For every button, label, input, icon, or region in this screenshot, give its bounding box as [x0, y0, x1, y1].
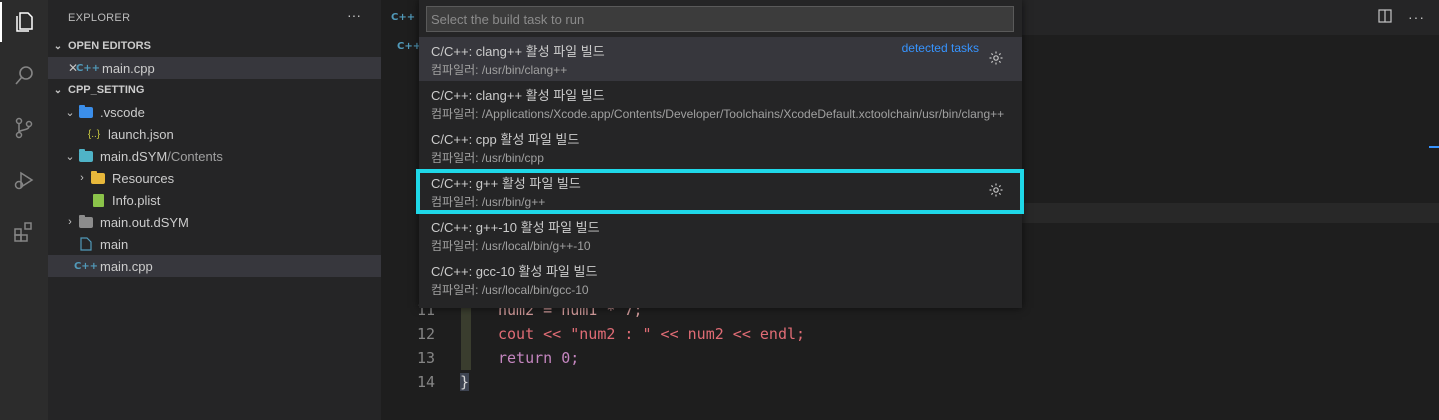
- code-line: 13 return 0;: [381, 346, 1439, 370]
- cpp-file-icon: C++: [391, 12, 416, 23]
- run-debug-icon[interactable]: [0, 160, 48, 200]
- chevron-down-icon: ⌄: [65, 106, 75, 119]
- split-editor-icon[interactable]: [1378, 9, 1392, 26]
- tree-item-label: Resources: [112, 170, 175, 186]
- tree-item-launch-json[interactable]: {..} launch.json: [48, 123, 381, 145]
- tree-item-label: launch.json: [108, 126, 174, 142]
- build-task-item[interactable]: C/C++: clang++ 활성 파일 빌드 컴파일러: /Applicati…: [419, 81, 1022, 125]
- json-file-icon: {..}: [87, 128, 101, 140]
- tree-item-main-out-dsym[interactable]: › main.out.dSYM: [48, 211, 381, 233]
- open-editors-header[interactable]: ⌄ OPEN EDITORS: [48, 35, 381, 57]
- tree-item-vscode[interactable]: ⌄ .vscode: [48, 101, 381, 123]
- task-label: C/C++: clang++ 활성 파일 빌드: [431, 88, 605, 103]
- task-detail: 컴파일러: /usr/local/bin/gcc-10: [431, 283, 589, 297]
- cpp-file-icon: C++: [397, 41, 422, 52]
- task-detail: 컴파일러: /usr/bin/clang++: [431, 63, 568, 77]
- tree-item-resources[interactable]: › Resources: [48, 167, 381, 189]
- chevron-right-icon: ›: [80, 172, 84, 184]
- detected-tasks-label: detected tasks: [901, 41, 979, 55]
- code-line: 12 cout << "num2 : " << num2 << endl;: [381, 322, 1439, 346]
- quick-pick-list: C/C++: clang++ 활성 파일 빌드 컴파일러: /usr/bin/c…: [419, 37, 1022, 301]
- tree-item-label: Info.plist: [112, 192, 161, 208]
- code-lines[interactable]: 11 num2 = num1 * 7; 12 cout << "num2 : "…: [381, 298, 1439, 394]
- build-task-search-input[interactable]: [431, 11, 1013, 27]
- folder-icon: [78, 214, 94, 230]
- open-editor-label: main.cpp: [102, 60, 155, 76]
- task-detail: 컴파일러: /usr/local/bin/g++-10: [431, 239, 591, 253]
- quick-pick-input-box[interactable]: [426, 6, 1014, 32]
- tree-item-main-dsym[interactable]: ⌄ main.dSYM /Contents: [48, 145, 381, 167]
- explorer-sidebar: EXPLORER ··· ⌄ OPEN EDITORS ✕ C++ main.c…: [48, 0, 381, 420]
- task-label: C/C++: cpp 활성 파일 빌드: [431, 132, 580, 147]
- scrollbar-marker: [1429, 146, 1439, 148]
- more-actions-icon[interactable]: ···: [347, 7, 361, 23]
- line-number: 14: [416, 373, 435, 391]
- folder-icon: [78, 148, 94, 164]
- gear-icon[interactable]: [988, 182, 1004, 198]
- chevron-down-icon: ⌄: [53, 40, 63, 52]
- code-line: 14 }: [381, 370, 1439, 394]
- build-task-item[interactable]: C/C++: cpp 활성 파일 빌드 컴파일러: /usr/bin/cpp: [419, 125, 1022, 169]
- tree-item-main-cpp[interactable]: C++ main.cpp: [48, 255, 381, 277]
- file-icon: [78, 236, 94, 252]
- project-header[interactable]: ⌄ CPP_SETTING: [48, 79, 381, 101]
- quick-pick: C/C++: clang++ 활성 파일 빌드 컴파일러: /usr/bin/c…: [419, 0, 1022, 308]
- line-number: 13: [416, 349, 435, 367]
- sidebar-title: EXPLORER: [68, 11, 131, 24]
- tree-item-label: .vscode: [100, 104, 145, 120]
- gear-icon[interactable]: [988, 50, 1004, 66]
- search-icon[interactable]: [0, 56, 48, 96]
- code-text: return 0;: [498, 349, 580, 367]
- folder-icon: [90, 170, 106, 186]
- cpp-file-icon: C++: [75, 62, 101, 74]
- build-task-item[interactable]: C/C++: clang++ 활성 파일 빌드 컴파일러: /usr/bin/c…: [419, 37, 1022, 81]
- task-label: C/C++: g++ 활성 파일 빌드: [431, 176, 581, 191]
- vscode-folder-icon: [78, 104, 94, 120]
- task-label: C/C++: g++-10 활성 파일 빌드: [431, 220, 600, 235]
- editor-actions: ···: [1378, 9, 1425, 26]
- cpp-file-icon: C++: [73, 260, 99, 272]
- line-number: 12: [416, 325, 435, 343]
- tree-item-suffix: /Contents: [167, 148, 223, 164]
- open-editors-label: OPEN EDITORS: [68, 40, 151, 52]
- tree-item-label: main: [100, 236, 129, 252]
- files-icon[interactable]: [0, 2, 48, 42]
- tab-main-cpp[interactable]: C++ m: [381, 0, 430, 35]
- chevron-right-icon: ›: [68, 216, 72, 228]
- code-text: cout << "num2 : " << num2 << endl;: [498, 325, 806, 343]
- activity-bar: [0, 0, 48, 420]
- extensions-icon[interactable]: [0, 212, 48, 252]
- code-text: }: [460, 373, 470, 391]
- task-label: C/C++: gcc-10 활성 파일 빌드: [431, 264, 598, 279]
- open-editor-item-main-cpp[interactable]: ✕ C++ main.cpp: [48, 57, 381, 79]
- task-label: C/C++: clang++ 활성 파일 빌드: [431, 44, 605, 59]
- tree-item-main[interactable]: main: [48, 233, 381, 255]
- plist-file-icon: [90, 192, 106, 208]
- more-actions-icon[interactable]: ···: [1408, 9, 1425, 26]
- build-task-item[interactable]: C/C++: g++ 활성 파일 빌드 컴파일러: /usr/bin/g++: [419, 169, 1022, 213]
- build-task-item[interactable]: C/C++: gcc-10 활성 파일 빌드 컴파일러: /usr/local/…: [419, 257, 1022, 301]
- task-detail: 컴파일러: /usr/bin/cpp: [431, 151, 544, 165]
- source-control-icon[interactable]: [0, 108, 48, 148]
- chevron-down-icon: ⌄: [53, 84, 63, 96]
- task-detail: 컴파일러: /usr/bin/g++: [431, 195, 546, 209]
- breadcrumb[interactable]: C++: [397, 40, 421, 52]
- tree-item-info-plist[interactable]: Info.plist: [48, 189, 381, 211]
- tree-item-label: main.out.dSYM: [100, 214, 189, 230]
- tree-item-label: main.dSYM: [100, 148, 168, 164]
- chevron-down-icon: ⌄: [65, 150, 75, 163]
- project-label: CPP_SETTING: [68, 84, 145, 96]
- task-detail: 컴파일러: /Applications/Xcode.app/Contents/D…: [431, 107, 1005, 121]
- build-task-item[interactable]: C/C++: g++-10 활성 파일 빌드 컴파일러: /usr/local/…: [419, 213, 1022, 257]
- tree-item-label: main.cpp: [100, 258, 153, 274]
